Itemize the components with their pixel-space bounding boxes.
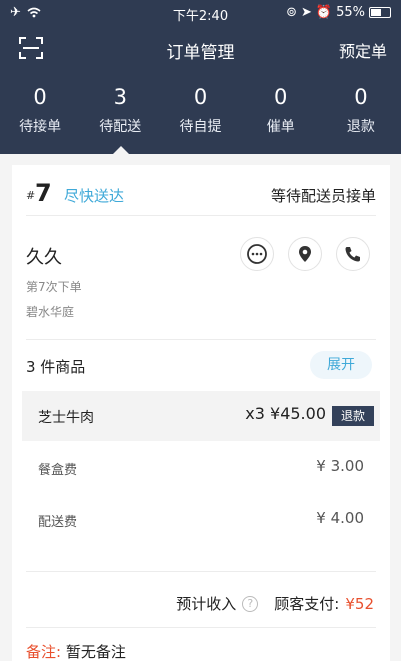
battery-icon — [369, 7, 391, 18]
chat-icon — [247, 244, 267, 264]
note-text: 暂无备注 — [65, 643, 126, 661]
divider — [26, 627, 376, 628]
customer-pay-value: ¥52 — [345, 594, 374, 613]
status-bar: ✈ 下午2:40 ⊚ ➤ ⏰ 55% — [0, 5, 401, 24]
item-name: 芝士牛肉 — [38, 410, 94, 426]
help-icon[interactable]: ? — [242, 595, 259, 612]
tab-label: 催单 — [266, 119, 295, 135]
phone-icon — [345, 247, 360, 262]
battery-fill — [371, 9, 381, 16]
preorder-button[interactable]: 预定单 — [339, 38, 387, 62]
customer-address: 碧水华庭 — [26, 305, 75, 319]
tab-pending-delivery[interactable]: 3 待配送 — [80, 84, 160, 136]
order-header: # 7 尽快送达 等待配送员接单 — [26, 179, 376, 209]
tab-label: 待配送 — [99, 119, 142, 135]
chat-button[interactable] — [240, 237, 274, 271]
tab-label: 待自提 — [179, 119, 222, 135]
tab-pending-pickup[interactable]: 0 待自提 — [160, 84, 240, 136]
tab-count: 0 — [354, 85, 368, 109]
note-label: 备注: — [26, 643, 62, 661]
phone-button[interactable] — [336, 237, 370, 271]
tab-count: 3 — [113, 85, 127, 109]
delivery-type: 尽快送达 — [64, 187, 125, 205]
location-button[interactable] — [288, 237, 322, 271]
customer-order-count: 第7次下单 — [26, 280, 82, 294]
divider — [26, 571, 376, 572]
items-count-title: 3 件商品 — [26, 358, 86, 376]
tab-label: 待接单 — [19, 119, 62, 135]
expand-button[interactable]: 展开 — [310, 351, 372, 379]
location-icon — [299, 246, 311, 262]
tab-urge[interactable]: 0 催单 — [241, 84, 321, 136]
income-summary: 预计收入 ? 顾客支付: ¥52 — [176, 593, 374, 614]
tab-pending-accept[interactable]: 0 待接单 — [0, 84, 80, 136]
fee-value-box: ¥ 3.00 — [316, 457, 364, 475]
tab-count: 0 — [193, 85, 208, 109]
tab-count: 0 — [274, 85, 288, 109]
active-tab-indicator — [113, 146, 129, 154]
tab-label: 退款 — [346, 119, 375, 135]
order-note: 备注: 暂无备注 — [26, 641, 126, 661]
customer-pay-label: 顾客支付: — [274, 595, 340, 613]
divider — [26, 215, 376, 216]
item-qty-price: x3 ¥45.00 — [245, 404, 326, 423]
order-card: # 7 尽快送达 等待配送员接单 久久 第7次下单 碧水华庭 3 件商品 展开 … — [12, 165, 390, 661]
fee-label-box: 餐盒费 — [38, 463, 78, 478]
tab-refund[interactable]: 0 退款 — [321, 84, 401, 136]
tab-count: 0 — [33, 85, 47, 109]
navbar: 订单管理 预定单 — [0, 30, 401, 66]
battery-percent: 55% — [336, 5, 365, 20]
item-refund-button[interactable]: 退款 — [332, 406, 374, 426]
location-arrow-icon: ➤ — [301, 5, 312, 20]
order-number: 7 — [35, 179, 52, 207]
customer-name: 久久 — [26, 247, 62, 268]
status-right: ⊚ ➤ ⏰ 55% — [286, 5, 391, 20]
order-tabs: 0 待接单 3 待配送 0 待自提 0 催单 0 退款 — [0, 84, 401, 136]
fee-label-delivery: 配送费 — [38, 515, 78, 530]
income-label: 预计收入 — [176, 595, 237, 613]
alarm-icon: ⏰ — [315, 5, 333, 20]
rotation-lock-icon: ⊚ — [286, 5, 297, 20]
divider — [26, 339, 376, 340]
order-hash: # — [26, 189, 36, 202]
list-item: 芝士牛肉 x3 ¥45.00 退款 — [22, 391, 380, 441]
order-status: 等待配送员接单 — [270, 187, 376, 205]
app-header: ✈ 下午2:40 ⊚ ➤ ⏰ 55% 订单管理 预定单 0 待接单 3 待配送 — [0, 0, 401, 154]
fee-value-delivery: ¥ 4.00 — [316, 509, 364, 527]
